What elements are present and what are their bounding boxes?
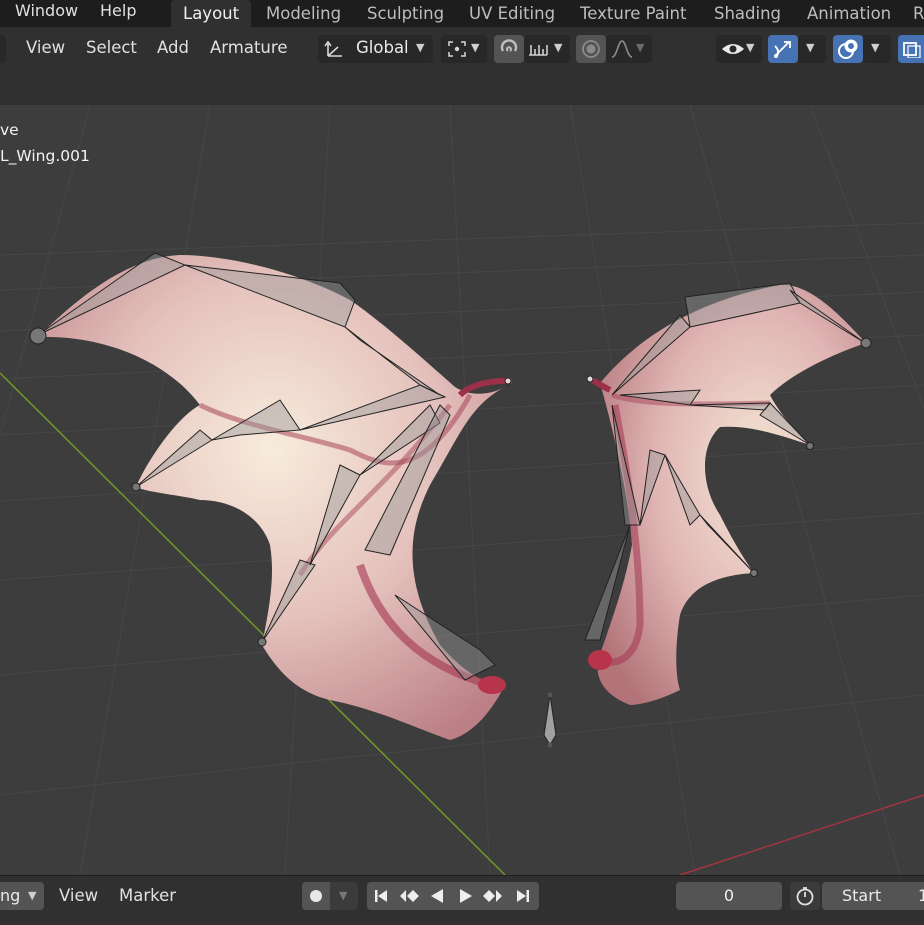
jump-start-button[interactable] [367,882,395,910]
snap-magnet-icon [500,39,518,52]
jump-end-button[interactable] [507,882,539,910]
tab-shading[interactable]: Shading [702,0,793,27]
visibility-dropdown[interactable]: ▼ [716,35,762,63]
tab-modeling[interactable]: Modeling [254,0,353,27]
menu-armature[interactable]: Armature [210,38,287,57]
timeline-menu-view[interactable]: View [59,886,98,905]
tab-uv-editing[interactable]: UV Editing [457,0,567,27]
gizmo-icon [774,41,791,58]
start-frame-value: 1 [918,886,924,905]
left-wing-mesh [38,255,513,740]
top-bar: Window Help Layout Modeling Sculpting UV… [0,0,924,27]
gizmo-toggle[interactable] [768,35,798,63]
xray-icon [903,42,921,58]
gizmo-dropdown[interactable]: ▼ [798,35,826,63]
next-keyframe-icon [483,890,502,902]
menu-add[interactable]: Add [157,38,189,57]
x-axis-line [679,794,924,875]
current-frame-field[interactable]: 0 [676,882,782,910]
play-reverse-icon [431,889,443,903]
chevron-down-icon: ▼ [871,41,880,54]
tab-sculpting[interactable]: Sculpting [355,0,456,27]
jump-end-icon [517,890,529,902]
auto-keying-toggle[interactable] [302,882,330,910]
snap-target-dropdown[interactable]: ▼ [524,35,570,63]
root-bone [543,692,557,748]
playback-dropdown[interactable]: ng ▼ [0,882,44,910]
viewport-mode-text: ve [0,121,19,139]
transform-orientation-label: Global [356,38,409,57]
proportional-edit-icon [582,40,600,58]
transform-orientation-dropdown[interactable]: Global ▼ [318,35,433,63]
snap-increment-icon [529,45,548,56]
visibility-icon [722,44,744,54]
chevron-down-icon: ▼ [416,41,425,54]
3d-viewport[interactable]: ve L_Wing.001 [0,105,924,875]
chevron-down-icon: ▼ [471,41,480,54]
pivot-point-dropdown[interactable]: ▼ [441,35,487,63]
playback-label: ng [0,886,21,905]
record-icon [310,890,322,902]
falloff-dropdown[interactable]: ▼ [606,35,652,63]
chevron-down-icon: ▼ [746,41,755,54]
stopwatch-icon [796,887,814,906]
preview-range-toggle[interactable] [790,882,820,910]
xray-toggle[interactable] [898,35,924,63]
chevron-down-icon: ▼ [806,41,815,54]
tab-texture-paint[interactable]: Texture Paint [568,0,698,27]
overlay-toggle[interactable] [833,35,863,63]
prev-keyframe-icon [400,890,419,902]
chevron-down-icon: ▼ [554,41,563,54]
editor-type-button[interactable] [0,35,6,63]
menu-select[interactable]: Select [86,38,137,57]
next-keyframe-button[interactable] [479,882,507,910]
transform-orientation-icon [324,40,342,57]
snap-toggle[interactable] [494,35,524,63]
tool-settings-strip [0,71,924,105]
timeline-menu-marker[interactable]: Marker [119,886,176,905]
play-reverse-button[interactable] [423,882,451,910]
chevron-down-icon: ▼ [339,889,348,902]
falloff-icon [611,40,633,58]
keying-dropdown[interactable]: ▼ [330,882,358,910]
tab-layout[interactable]: Layout [171,0,251,27]
play-button[interactable] [451,882,479,910]
viewport-object-name: L_Wing.001 [0,147,90,165]
viewport-scene [0,105,924,875]
overlay-icon [838,39,858,59]
tab-animation[interactable]: Animation [795,0,903,27]
overlay-dropdown[interactable]: ▼ [863,35,891,63]
play-icon [460,889,472,903]
jump-start-icon [375,890,387,902]
menu-help[interactable]: Help [100,0,136,24]
menu-window[interactable]: Window [15,0,78,24]
chevron-down-icon: ▼ [28,889,37,902]
prev-keyframe-button[interactable] [395,882,423,910]
chevron-down-icon: ▼ [636,41,645,54]
menu-view[interactable]: View [26,38,65,57]
pivot-point-icon [448,41,466,57]
proportional-edit-toggle[interactable] [576,35,606,63]
start-frame-label: Start [842,886,882,905]
tab-overflow[interactable]: R [905,0,924,27]
start-frame-field[interactable]: Start 1 [822,882,924,910]
